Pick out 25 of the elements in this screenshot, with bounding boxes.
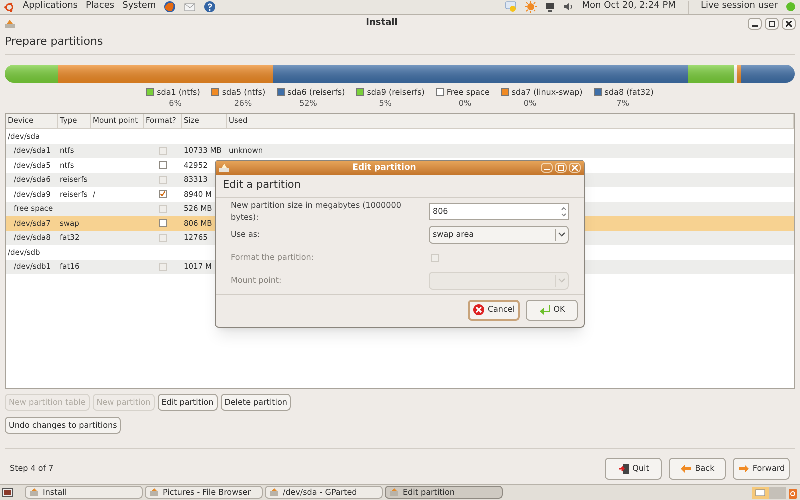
user-name: Live session user [700,0,778,14]
clock: Mon Oct 20, 2:24 PM [582,0,676,14]
legend-label: sda7 (linux-swap) [512,87,583,98]
legend-label: sda1 (ntfs) [157,87,200,98]
legend-percent: 7% [616,98,630,109]
legend-label: sda8 (fat32) [604,87,654,98]
field-label: New partition size in megabytes (1000000 bytes): [231,200,402,224]
legend-percent: 5% [378,98,393,109]
field-label: Use as: [231,228,262,241]
legend-percent: 6% [168,98,183,109]
legend-percent: 0% [522,98,538,109]
legend-percent: 0% [458,98,473,109]
dialog-title: Edit partition [352,162,418,174]
legend-percent: 26% [233,98,254,109]
legend-label: sda5 (ntfs) [222,87,266,98]
page-heading: Prepare partitions [4,34,104,50]
legend-label: sda9 (reiserfs) [367,87,425,98]
step-indicator: Step 4 of 7 [10,463,55,475]
legend-percent: 52% [298,98,318,109]
field-label: Mount point: [231,274,283,287]
window-title: Install [365,16,399,30]
legend-label: Free space [446,87,490,98]
field-label: Format the partition: [231,252,316,264]
legend-label: sda6 (reiserfs) [288,87,346,98]
dialog-heading: Edit a partition [216,175,584,198]
